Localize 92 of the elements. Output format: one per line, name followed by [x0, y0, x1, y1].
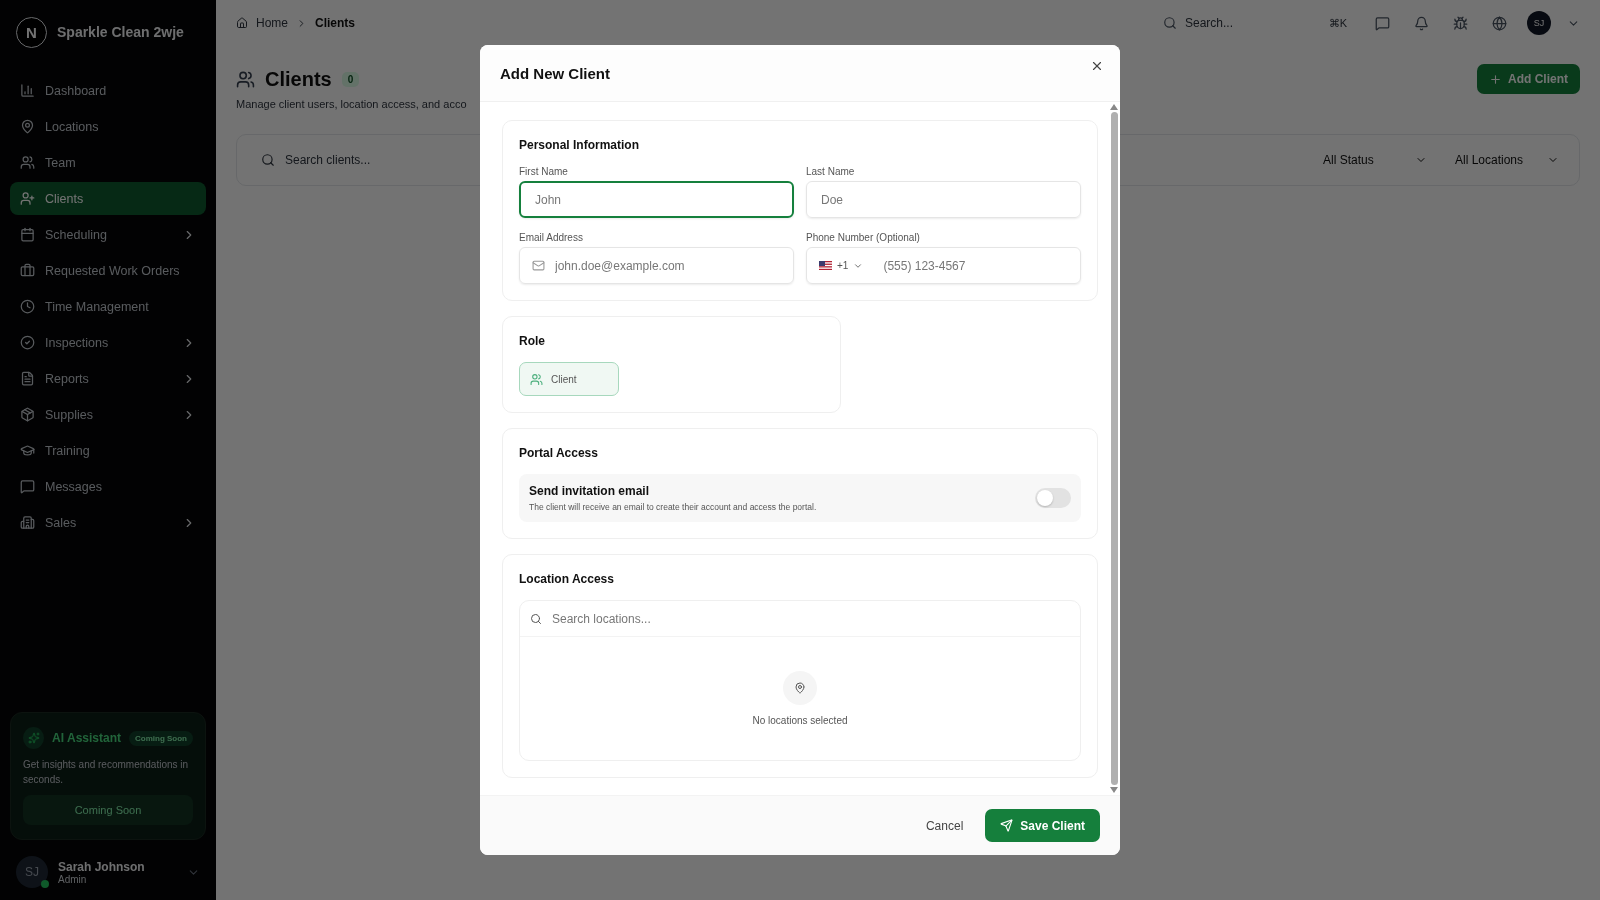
users-icon: [20, 155, 35, 170]
nav-item[interactable]: Inspections: [10, 326, 206, 359]
box-icon: [20, 407, 35, 422]
page-title: Clients: [265, 67, 332, 91]
graduation-cap-icon: [20, 443, 35, 458]
sparkles-icon: [23, 727, 45, 749]
phone-field[interactable]: +1 (555) 123-4567: [806, 247, 1081, 284]
nav-item[interactable]: Training: [10, 434, 206, 467]
scrollbar[interactable]: [1108, 102, 1120, 795]
logo: N: [16, 16, 47, 48]
text-input[interactable]: john.doe@example.com: [553, 257, 781, 274]
add-client-button[interactable]: Add Client: [1477, 64, 1580, 94]
card-title: AI Assistant: [52, 731, 121, 745]
toggle-switch[interactable]: [1035, 488, 1071, 508]
text-input[interactable]: Doe: [819, 191, 1068, 208]
chat-icon[interactable]: [1375, 15, 1390, 31]
section-title: Portal Access: [519, 446, 599, 460]
save-client-button[interactable]: Save Client: [985, 809, 1100, 842]
flag-icon: [819, 261, 832, 270]
breadcrumb-link[interactable]: Clients: [315, 16, 356, 30]
user-name: Sarah Johnson: [58, 859, 146, 874]
map-pin-icon: [20, 119, 35, 134]
field-label: Phone Number (Optional): [806, 232, 921, 243]
users-icon: [530, 372, 543, 386]
text-input[interactable]: (555) 123-4567: [881, 257, 1068, 274]
cancel-button[interactable]: Cancel: [919, 810, 970, 841]
text-input[interactable]: John: [533, 191, 780, 208]
section-title: Role: [519, 334, 546, 348]
filter-select[interactable]: All Status: [1315, 145, 1435, 175]
nav-item[interactable]: Clients: [10, 182, 206, 215]
nav-item[interactable]: Team: [10, 146, 206, 179]
empty-message: No locations selected: [752, 715, 848, 726]
nav-item[interactable]: Requested Work Orders: [10, 254, 206, 287]
nav-item[interactable]: Reports: [10, 362, 206, 395]
close-icon: [1090, 59, 1104, 73]
user-avatar[interactable]: SJ: [1527, 11, 1551, 35]
search-icon: [261, 153, 275, 167]
search-field[interactable]: Search... ⌘K: [1155, 8, 1355, 38]
role-option[interactable]: Client: [519, 362, 619, 396]
bell-icon[interactable]: [1414, 15, 1429, 31]
section-title: Personal Information: [519, 138, 641, 152]
search-icon: [530, 612, 542, 625]
home-icon: [236, 17, 248, 29]
search-icon: [1163, 16, 1177, 30]
invite-title: Send invitation email: [529, 484, 651, 498]
plus-icon: [1489, 72, 1502, 86]
clock-icon: [20, 299, 35, 314]
breadcrumb-link[interactable]: Home: [256, 16, 288, 30]
building-icon: [20, 515, 35, 530]
bar-chart-icon: [20, 83, 35, 98]
search-field[interactable]: Search locations...: [520, 601, 1080, 637]
briefcase-icon: [20, 263, 35, 278]
card-text: Get insights and recommendations in seconds.: [23, 758, 190, 787]
bug-icon[interactable]: [1453, 15, 1468, 31]
chat-icon: [20, 479, 35, 494]
globe-icon[interactable]: [1492, 15, 1507, 31]
text-input[interactable]: Search locations...: [550, 610, 1070, 627]
input-field[interactable]: John: [519, 181, 794, 218]
nav-item[interactable]: Locations: [10, 110, 206, 143]
scroll-down-icon[interactable]: [1110, 787, 1118, 793]
mail-icon: [532, 259, 545, 272]
scroll-up-icon[interactable]: [1110, 104, 1118, 110]
user-role: Admin: [58, 873, 88, 885]
invite-description: The client will receive an email to create their account and access the portal.: [529, 502, 817, 512]
calendar-icon: [20, 227, 35, 242]
count-badge: 0: [341, 71, 360, 87]
map-pin-icon: [783, 671, 817, 705]
dialog-title: Add New Client: [500, 64, 610, 82]
nav-item[interactable]: Dashboard: [10, 74, 206, 107]
page-description: Manage client users, location access, and acco: [236, 98, 467, 110]
nav-item[interactable]: Supplies: [10, 398, 206, 431]
filter-select[interactable]: All Locations: [1447, 145, 1567, 175]
shortcut-hint: ⌘K: [1328, 16, 1347, 30]
user-avatar[interactable]: SJ: [16, 856, 48, 888]
coming-soon-badge: Coming Soon: [129, 730, 193, 746]
send-icon: [1000, 819, 1014, 832]
check-circle-icon: [20, 335, 35, 350]
country-code-select[interactable]: +1: [819, 260, 864, 271]
search-field[interactable]: Search clients...: [249, 153, 1303, 167]
field-label: Last Name: [806, 166, 856, 177]
nav-item[interactable]: Messages: [10, 470, 206, 503]
section-title: Location Access: [519, 572, 615, 586]
nav-item[interactable]: Time Management: [10, 290, 206, 323]
nav-item[interactable]: Scheduling: [10, 218, 206, 251]
users-icon: [236, 69, 255, 89]
nav-item[interactable]: Sales: [10, 506, 206, 539]
field-label: First Name: [519, 166, 569, 177]
user-plus-icon: [20, 191, 35, 206]
coming-soon-button[interactable]: Coming Soon: [23, 795, 193, 825]
brand-name: Sparkle Clean 2wje: [57, 24, 184, 40]
document-icon: [20, 371, 35, 386]
field-label: Email Address: [519, 232, 584, 243]
